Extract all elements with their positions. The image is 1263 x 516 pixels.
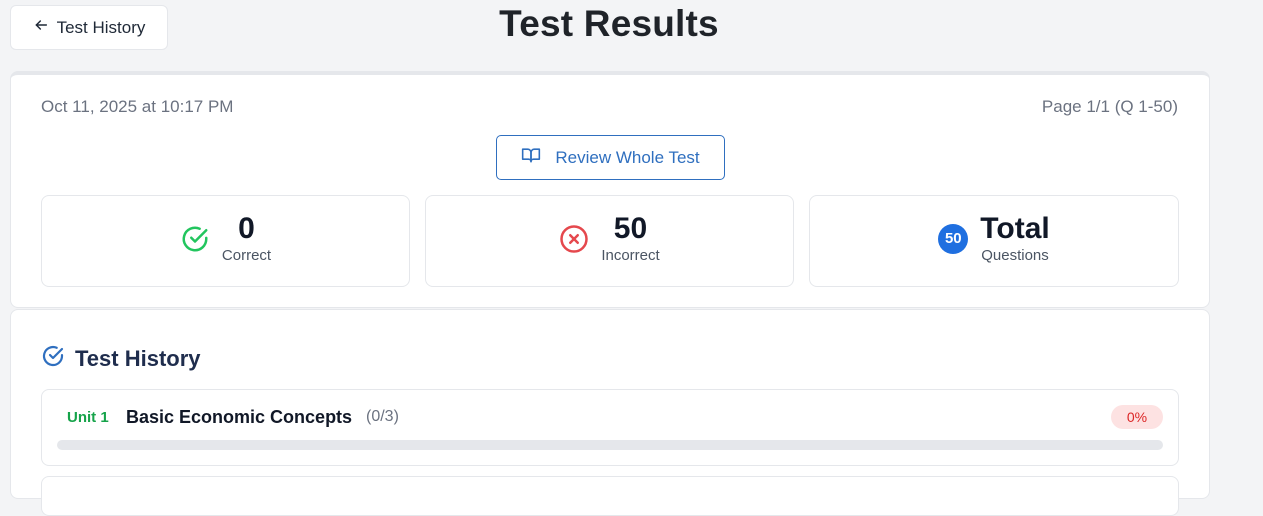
results-summary-card: Oct 11, 2025 at 10:17 PM Page 1/1 (Q 1-5…: [10, 71, 1210, 308]
unit-name: Basic Economic Concepts: [126, 407, 353, 427]
unit-score: (0/3): [366, 408, 399, 425]
test-history-title: Test History: [75, 346, 201, 371]
unit-percent-badge: 0%: [1111, 405, 1163, 429]
incorrect-label: Incorrect: [601, 247, 660, 264]
test-history-heading: Test History: [41, 344, 201, 374]
check-circle-icon: [180, 224, 210, 254]
incorrect-stat-card: 50 Incorrect: [425, 195, 794, 287]
total-label: Total: [980, 212, 1050, 245]
total-stat-card: 50 Total Questions: [809, 195, 1179, 287]
incorrect-count: 50: [613, 212, 648, 245]
review-button-label: Review Whole Test: [555, 147, 700, 167]
total-count-badge: 50: [938, 223, 969, 254]
correct-stat-card: 0 Correct: [41, 195, 410, 287]
x-circle-icon: [559, 224, 589, 254]
open-book-icon: [521, 145, 541, 170]
unit-tag: Unit 1: [67, 409, 109, 426]
unit-progress-bar: [57, 440, 1163, 450]
questions-label: Questions: [981, 247, 1049, 264]
test-date: Oct 11, 2025 at 10:17 PM: [41, 97, 234, 116]
page-info: Page 1/1 (Q 1-50): [1041, 97, 1178, 116]
correct-label: Correct: [221, 247, 272, 264]
correct-count: 0: [238, 212, 255, 245]
unit-result-row[interactable]: [41, 476, 1179, 516]
page-title: Test Results: [499, 3, 719, 44]
review-whole-test-button[interactable]: Review Whole Test: [496, 135, 725, 180]
check-circle-icon: [41, 344, 65, 374]
unit-result-row[interactable]: Unit 1 Basic Economic Concepts (0/3) 0%: [41, 389, 1179, 466]
test-history-card: Test History Unit 1 Basic Economic Conce…: [10, 309, 1210, 516]
